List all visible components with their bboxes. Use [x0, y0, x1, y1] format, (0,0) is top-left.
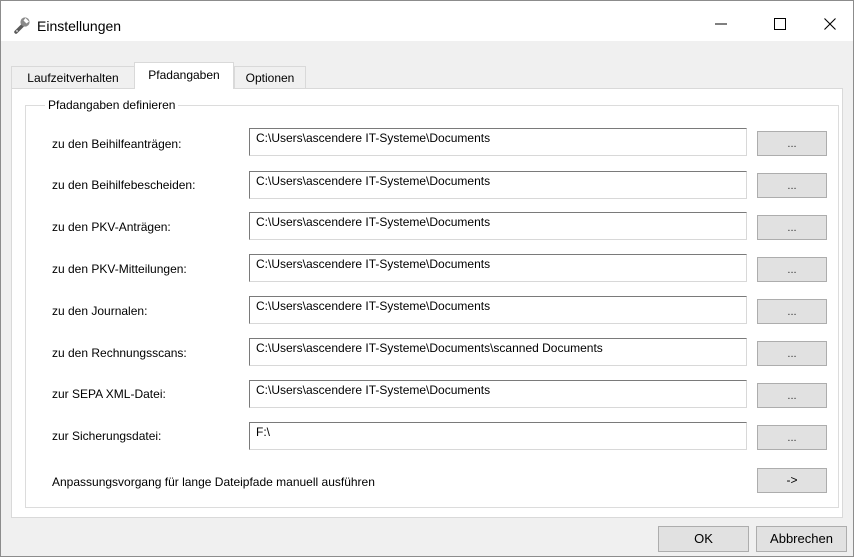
cancel-button[interactable]: Abbrechen	[756, 526, 847, 552]
browse-button-pkv-antraege[interactable]: ...	[757, 215, 827, 240]
label-beihilfebescheide: zu den Beihilfebescheiden:	[52, 178, 196, 192]
browse-button-rechnungsscans[interactable]: ...	[757, 341, 827, 366]
tab-laufzeitverhalten[interactable]: Laufzeitverhalten	[11, 66, 135, 88]
label-beihilfeantraege: zu den Beihilfeanträgen:	[52, 137, 182, 151]
label-journale: zu den Journalen:	[52, 304, 148, 318]
path-input-sepa-xml[interactable]: C:\Users\ascendere IT-Systeme\Documents	[249, 380, 747, 408]
tab-pfadangaben[interactable]: Pfadangaben	[134, 62, 234, 89]
browse-button-sepa-xml[interactable]: ...	[757, 383, 827, 408]
label-sepa-xml: zur SEPA XML-Datei:	[52, 387, 166, 401]
browse-button-pkv-mitteilungen[interactable]: ...	[757, 257, 827, 282]
label-pkv-antraege: zu den PKV-Anträgen:	[52, 220, 171, 234]
browse-button-sicherungsdatei[interactable]: ...	[757, 425, 827, 450]
path-input-journale[interactable]: C:\Users\ascendere IT-Systeme\Documents	[249, 296, 747, 324]
browse-button-journale[interactable]: ...	[757, 299, 827, 324]
minimize-button[interactable]	[698, 9, 744, 39]
label-sicherungsdatei: zur Sicherungsdatei:	[52, 429, 162, 443]
path-input-beihilfebescheide[interactable]: C:\Users\ascendere IT-Systeme\Documents	[249, 171, 747, 199]
close-icon	[824, 18, 836, 30]
browse-button-beihilfebescheide[interactable]: ...	[757, 173, 827, 198]
path-input-rechnungsscans[interactable]: C:\Users\ascendere IT-Systeme\Documents\…	[249, 338, 747, 366]
maximize-icon	[774, 18, 786, 30]
path-input-pkv-antraege[interactable]: C:\Users\ascendere IT-Systeme\Documents	[249, 212, 747, 240]
minimize-icon	[715, 18, 727, 30]
settings-dialog: Einstellungen Laufzeitverhalten Pfadanga…	[0, 0, 854, 557]
close-button[interactable]	[807, 9, 853, 39]
wrench-icon	[12, 15, 32, 35]
group-title: Pfadangaben definieren	[45, 98, 179, 112]
title-bar: Einstellungen	[1, 1, 853, 41]
label-rechnungsscans: zu den Rechnungsscans:	[52, 346, 187, 360]
long-path-adjust-button[interactable]: ->	[757, 468, 827, 493]
label-pkv-mitteilungen: zu den PKV-Mitteilungen:	[52, 262, 187, 276]
path-input-pkv-mitteilungen[interactable]: C:\Users\ascendere IT-Systeme\Documents	[249, 254, 747, 282]
maximize-button[interactable]	[757, 9, 803, 39]
path-input-sicherungsdatei[interactable]: F:\	[249, 422, 747, 450]
tab-optionen[interactable]: Optionen	[234, 66, 306, 88]
window-title: Einstellungen	[37, 18, 122, 34]
path-input-beihilfeantraege[interactable]: C:\Users\ascendere IT-Systeme\Documents	[249, 128, 747, 156]
browse-button-beihilfeantraege[interactable]: ...	[757, 131, 827, 156]
ok-button[interactable]: OK	[658, 526, 749, 552]
long-path-adjust-label: Anpassungsvorgang für lange Dateipfade m…	[52, 475, 375, 489]
